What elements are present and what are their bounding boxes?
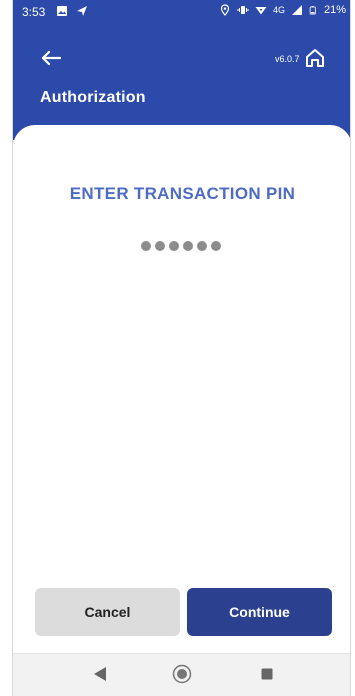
status-notification-icons bbox=[56, 5, 88, 17]
nav-back-icon[interactable] bbox=[93, 666, 107, 682]
send-icon bbox=[77, 6, 87, 16]
page-title: Authorization bbox=[40, 89, 146, 106]
location-icon bbox=[220, 4, 230, 16]
pin-title: ENTER TRANSACTION PIN bbox=[69, 184, 296, 203]
cancel-button[interactable]: Cancel bbox=[35, 588, 180, 636]
pin-dot bbox=[183, 241, 193, 251]
pin-dot bbox=[211, 241, 221, 251]
pin-dot bbox=[141, 241, 151, 251]
phone-screen: 3:53 4G 21% v6.0.7 Authorization ENTER T… bbox=[12, 0, 351, 696]
home-icon[interactable] bbox=[304, 47, 326, 69]
arrow-left-icon bbox=[41, 50, 61, 66]
signal-icon bbox=[291, 5, 302, 15]
battery-icon bbox=[309, 6, 316, 15]
battery-percent: 21% bbox=[323, 4, 346, 16]
system-nav-bar bbox=[13, 653, 350, 696]
nav-recents-icon[interactable] bbox=[261, 668, 273, 680]
continue-button[interactable]: Continue bbox=[187, 588, 332, 636]
app-header: 3:53 4G 21% v6.0.7 Authorization bbox=[13, 0, 350, 140]
pin-dot bbox=[169, 241, 179, 251]
status-system-icons: 4G 21% bbox=[219, 4, 346, 16]
image-icon bbox=[57, 6, 67, 16]
status-bar: 3:53 4G 21% bbox=[13, 0, 350, 24]
pin-dot bbox=[197, 241, 207, 251]
network-type: 4G bbox=[272, 5, 285, 15]
back-button[interactable] bbox=[37, 46, 65, 70]
wifi-icon bbox=[255, 7, 267, 15]
pin-dot bbox=[155, 241, 165, 251]
app-version: v6.0.7 bbox=[275, 54, 300, 64]
vibrate-icon bbox=[237, 6, 249, 14]
status-time: 3:53 bbox=[22, 5, 46, 19]
pin-card: ENTER TRANSACTION PIN Cancel Continue bbox=[13, 125, 350, 653]
pin-input[interactable] bbox=[141, 241, 221, 251]
nav-home-icon[interactable] bbox=[172, 664, 192, 684]
